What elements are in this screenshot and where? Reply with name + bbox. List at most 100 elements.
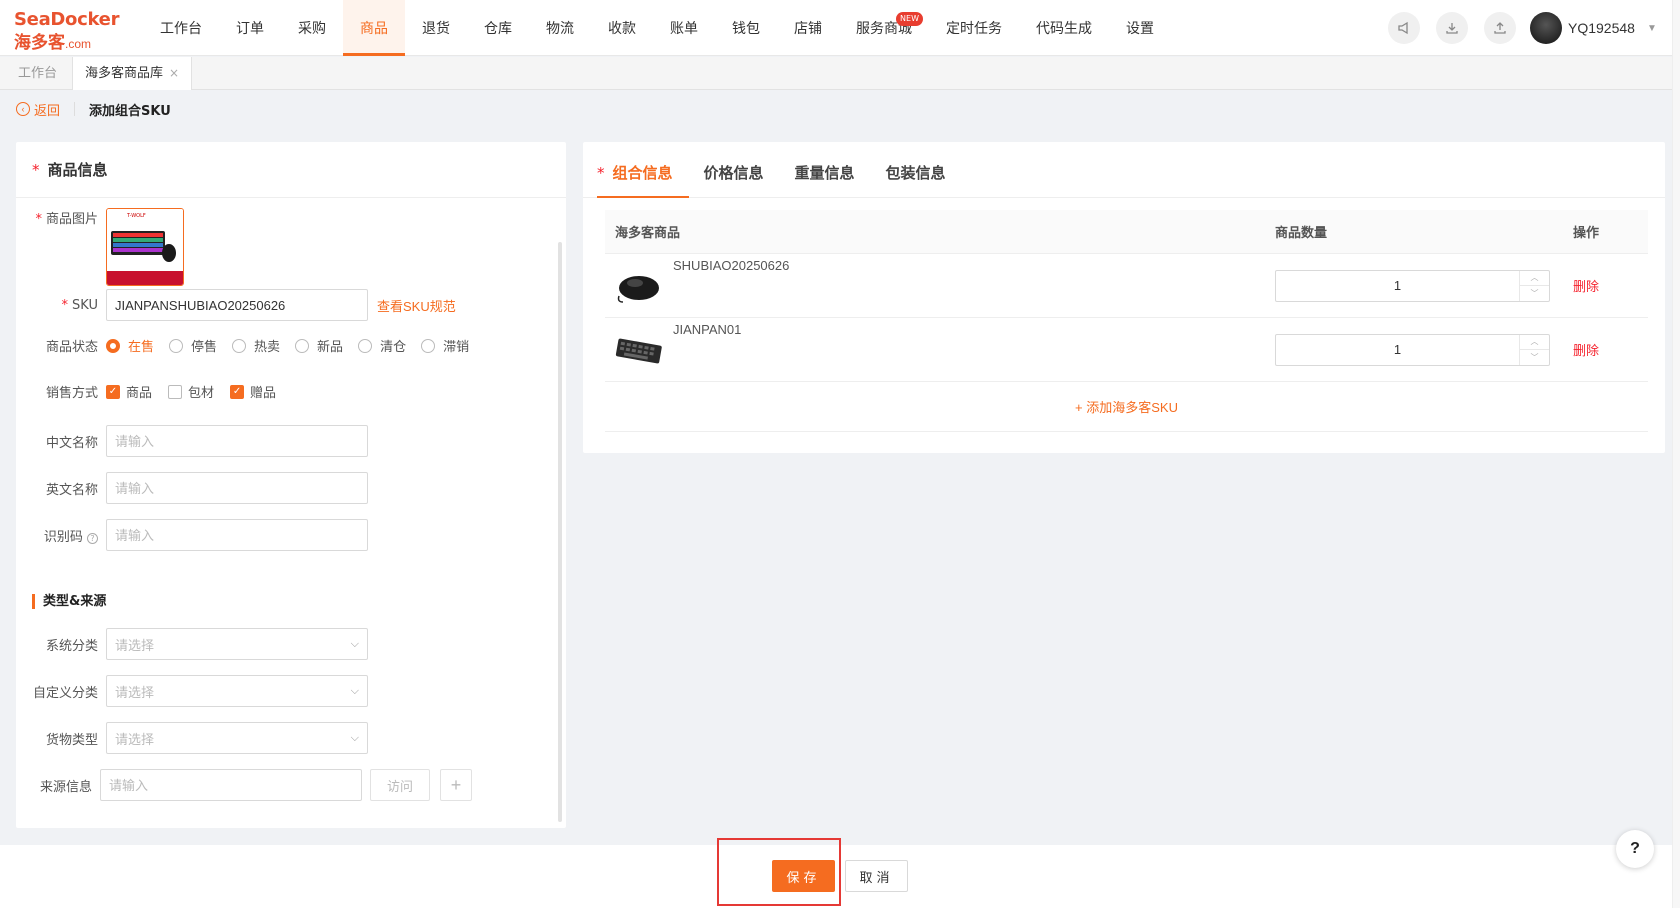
toolbar-icons: [1388, 12, 1516, 44]
add-source-button[interactable]: +: [440, 769, 473, 801]
quantity-stepper[interactable]: 1 ︿ ﹀: [1275, 269, 1550, 302]
nav-item-stores[interactable]: 店铺: [777, 0, 839, 56]
product-image[interactable]: T-WOLF: [106, 208, 184, 286]
nav-item-returns[interactable]: 退货: [405, 0, 467, 56]
nav-item-logistics[interactable]: 物流: [529, 0, 591, 56]
tab-packaging-info[interactable]: 包装信息: [886, 162, 962, 197]
main-nav: 工作台 订单 采购 商品 退货 仓库 物流 收款 账单 钱包 店铺 服务商城 N…: [143, 0, 1171, 56]
nav-item-workbench[interactable]: 工作台: [143, 0, 219, 56]
id-code-input[interactable]: [106, 519, 368, 551]
sku-label: * SKU: [61, 297, 98, 313]
status-radio-hot[interactable]: 热卖: [232, 336, 280, 355]
keyboard-image: [615, 330, 663, 370]
nav-item-warehouse[interactable]: 仓库: [467, 0, 529, 56]
status-radio-new[interactable]: 新品: [295, 336, 343, 355]
combo-info-panel: * 组合信息 价格信息 重量信息 包装信息 海多客商品 商品数量 操作 SHUBI…: [583, 142, 1665, 453]
top-navbar: SeaDocker 海多客.com 工作台 订单 采购 商品 退货 仓库 物流 …: [0, 0, 1680, 56]
sale-method-label: 销售方式: [45, 386, 98, 401]
sys-category-label: 系统分类: [45, 638, 98, 654]
status-radio-clearance[interactable]: 清仓: [358, 336, 406, 355]
id-code-row: 识别码 ?: [16, 519, 368, 551]
add-sku-link[interactable]: + 添加海多客SKU: [605, 382, 1648, 432]
page-scrollbar[interactable]: [1672, 0, 1680, 908]
nav-item-orders[interactable]: 订单: [219, 0, 281, 56]
footer-actions: 保存 取消: [0, 845, 1680, 908]
nav-item-service-mall[interactable]: 服务商城 NEW: [839, 0, 929, 56]
tab-product-library[interactable]: 海多客商品库 ×: [72, 57, 193, 90]
username: YQ192548: [1568, 20, 1635, 36]
nav-item-scheduled-tasks[interactable]: 定时任务: [929, 0, 1019, 56]
source-row: 来源信息 访问 +: [10, 769, 473, 801]
column-header-action: 操作: [1573, 226, 1600, 241]
id-code-label: 识别码 ?: [16, 526, 106, 545]
chevron-up-icon[interactable]: ︿: [1520, 271, 1549, 286]
sale-checkbox-packaging[interactable]: 包材: [168, 382, 214, 401]
cargo-type-select[interactable]: 请选择 ⌵: [106, 722, 368, 754]
sale-checkbox-gift[interactable]: ✓ 赠品: [230, 382, 276, 401]
nav-item-wallet[interactable]: 钱包: [715, 0, 777, 56]
sku-input[interactable]: [106, 289, 368, 321]
tab-weight-info[interactable]: 重量信息: [795, 162, 871, 197]
close-icon[interactable]: ×: [169, 66, 179, 80]
column-header-product: 海多客商品: [615, 226, 681, 241]
tab-combo-info[interactable]: * 组合信息: [597, 162, 689, 198]
en-name-row: 英文名称: [16, 472, 368, 504]
sku-rules-link[interactable]: 查看SKU规范: [377, 296, 456, 315]
combo-sku-table: 海多客商品 商品数量 操作 SHUBIAO20250626 1 ︿ ﹀ 删除 J…: [605, 210, 1648, 432]
status-radio-stopped[interactable]: 停售: [169, 336, 217, 355]
nav-item-payments[interactable]: 收款: [591, 0, 653, 56]
scrollbar[interactable]: [558, 242, 562, 822]
tab-workbench[interactable]: 工作台: [6, 57, 69, 90]
quantity-stepper[interactable]: 1 ︿ ﹀: [1275, 333, 1550, 366]
nav-item-products[interactable]: 商品: [343, 0, 405, 56]
nav-item-purchase[interactable]: 采购: [281, 0, 343, 56]
app-logo[interactable]: SeaDocker 海多客.com: [14, 9, 124, 52]
new-badge: NEW: [896, 12, 923, 26]
delete-button[interactable]: 删除: [1551, 343, 1599, 358]
help-icon[interactable]: ?: [87, 532, 98, 544]
table-row: JIANPAN01 1 ︿ ﹀ 删除: [605, 318, 1648, 382]
save-button[interactable]: 保存: [772, 860, 835, 892]
nav-item-bills[interactable]: 账单: [653, 0, 715, 56]
custom-category-select[interactable]: 请选择 ⌵: [106, 675, 368, 707]
announcement-icon[interactable]: [1388, 12, 1420, 44]
section-title-type-source: 类型&来源: [32, 594, 106, 609]
status-radio-slow[interactable]: 滞销: [421, 336, 469, 355]
upload-icon[interactable]: [1484, 12, 1516, 44]
image-row: * 商品图片 T-WOLF: [16, 208, 184, 286]
cancel-button[interactable]: 取消: [845, 860, 908, 892]
sys-category-select[interactable]: 请选择 ⌵: [106, 628, 368, 660]
sys-category-row: 系统分类 请选择 ⌵: [16, 628, 368, 660]
custom-category-label: 自定义分类: [32, 685, 98, 701]
image-label: * 商品图片: [35, 212, 98, 227]
chevron-down-icon[interactable]: ﹀: [1520, 350, 1549, 365]
svg-text:T-WOLF: T-WOLF: [126, 213, 146, 219]
divider: [74, 102, 76, 116]
nav-item-code-gen[interactable]: 代码生成: [1019, 0, 1109, 56]
source-input[interactable]: [100, 769, 362, 801]
chevron-down-icon: ⌵: [350, 684, 359, 697]
back-button[interactable]: ‹ 返回: [16, 100, 60, 119]
page-title: 添加组合SKU: [89, 103, 171, 119]
delete-button[interactable]: 删除: [1551, 279, 1599, 294]
status-radio-on-sale[interactable]: 在售: [106, 336, 154, 355]
visit-button[interactable]: 访问: [370, 769, 431, 801]
status-row: 商品状态 在售 停售 热卖 新品 清仓 滞销: [16, 336, 484, 355]
user-menu[interactable]: YQ192548 ▼: [1530, 12, 1657, 44]
chevron-down-icon: ⌵: [350, 637, 359, 650]
nav-item-settings[interactable]: 设置: [1109, 0, 1171, 56]
column-header-quantity: 商品数量: [1275, 226, 1328, 241]
chevron-up-icon[interactable]: ︿: [1520, 335, 1549, 350]
download-icon[interactable]: [1436, 12, 1468, 44]
product-info-panel: * 商品信息 *商品图片 T-WOLF *SKU 查看SKU规范 商品状态: [16, 142, 566, 828]
required-mark: *: [32, 160, 40, 179]
en-name-input[interactable]: [106, 472, 368, 504]
chevron-down-icon[interactable]: ﹀: [1520, 286, 1549, 301]
sale-checkbox-product[interactable]: ✓ 商品: [106, 382, 152, 401]
help-button[interactable]: ?: [1616, 830, 1654, 868]
sku-row: *SKU 查看SKU规范: [16, 289, 456, 321]
logo-subtext: 海多客.com: [14, 33, 92, 52]
table-row: SHUBIAO20250626 1 ︿ ﹀ 删除: [605, 254, 1648, 318]
tab-price-info[interactable]: 价格信息: [704, 162, 780, 197]
cn-name-input[interactable]: [106, 425, 368, 457]
